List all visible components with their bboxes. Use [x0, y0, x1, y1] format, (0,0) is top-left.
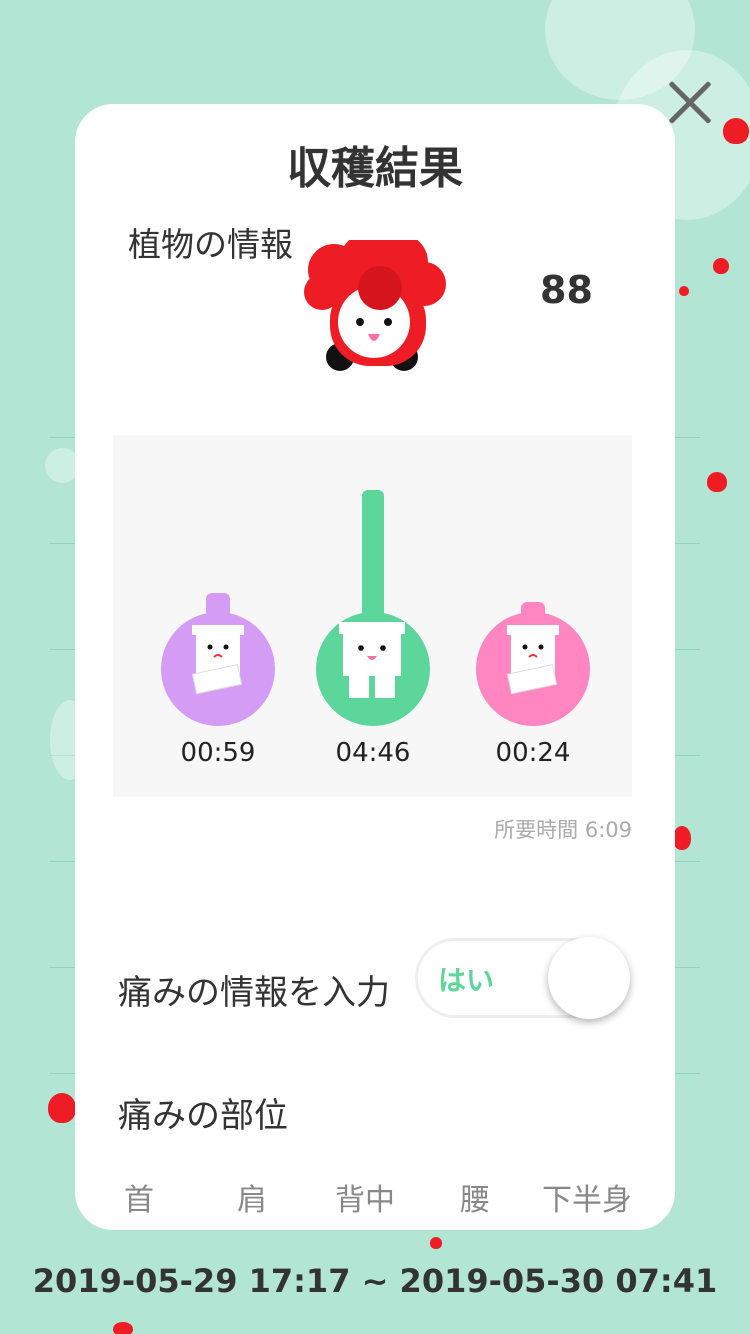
character-icon: [339, 622, 405, 698]
pain-area-lower-body[interactable]: 下半身: [532, 1175, 642, 1219]
plant-character-icon: [304, 240, 446, 371]
heart-icon: [673, 826, 691, 850]
pain-area-shoulder[interactable]: 肩: [197, 1175, 307, 1219]
time-label-3: 00:24: [495, 738, 571, 768]
toggle-text: はい: [438, 964, 495, 997]
heart-icon: [679, 286, 689, 296]
character-icon: [506, 625, 559, 695]
pain-area-neck[interactable]: 首: [84, 1175, 194, 1219]
plant-info-label: 植物の情報: [128, 225, 293, 264]
pain-area-back[interactable]: 背中: [310, 1175, 420, 1219]
heart-icon: [113, 1322, 133, 1334]
time-label-2: 04:46: [335, 738, 411, 768]
chart-bar-2: [362, 490, 384, 620]
date-range: 2019-05-29 17:17 ~ 2019-05-30 07:41: [32, 1262, 718, 1300]
character-icon: [191, 625, 244, 695]
pain-area-waist[interactable]: 腰: [420, 1175, 530, 1219]
pain-input-toggle[interactable]: はい: [415, 937, 630, 1019]
plant-score: 88: [540, 268, 593, 312]
toggle-knob[interactable]: [548, 937, 630, 1019]
heart-icon: [430, 1237, 442, 1249]
pain-input-label: 痛みの情報を入力: [118, 973, 390, 1013]
pain-area-label: 痛みの部位: [118, 1096, 288, 1136]
page-title: 収穫結果: [287, 143, 463, 194]
time-label-1: 00:59: [180, 738, 256, 768]
duration-label: 所要時間 6:09: [494, 818, 632, 842]
heart-icon: [48, 1093, 76, 1123]
heart-icon: [707, 472, 727, 492]
heart-icon: [713, 258, 729, 274]
